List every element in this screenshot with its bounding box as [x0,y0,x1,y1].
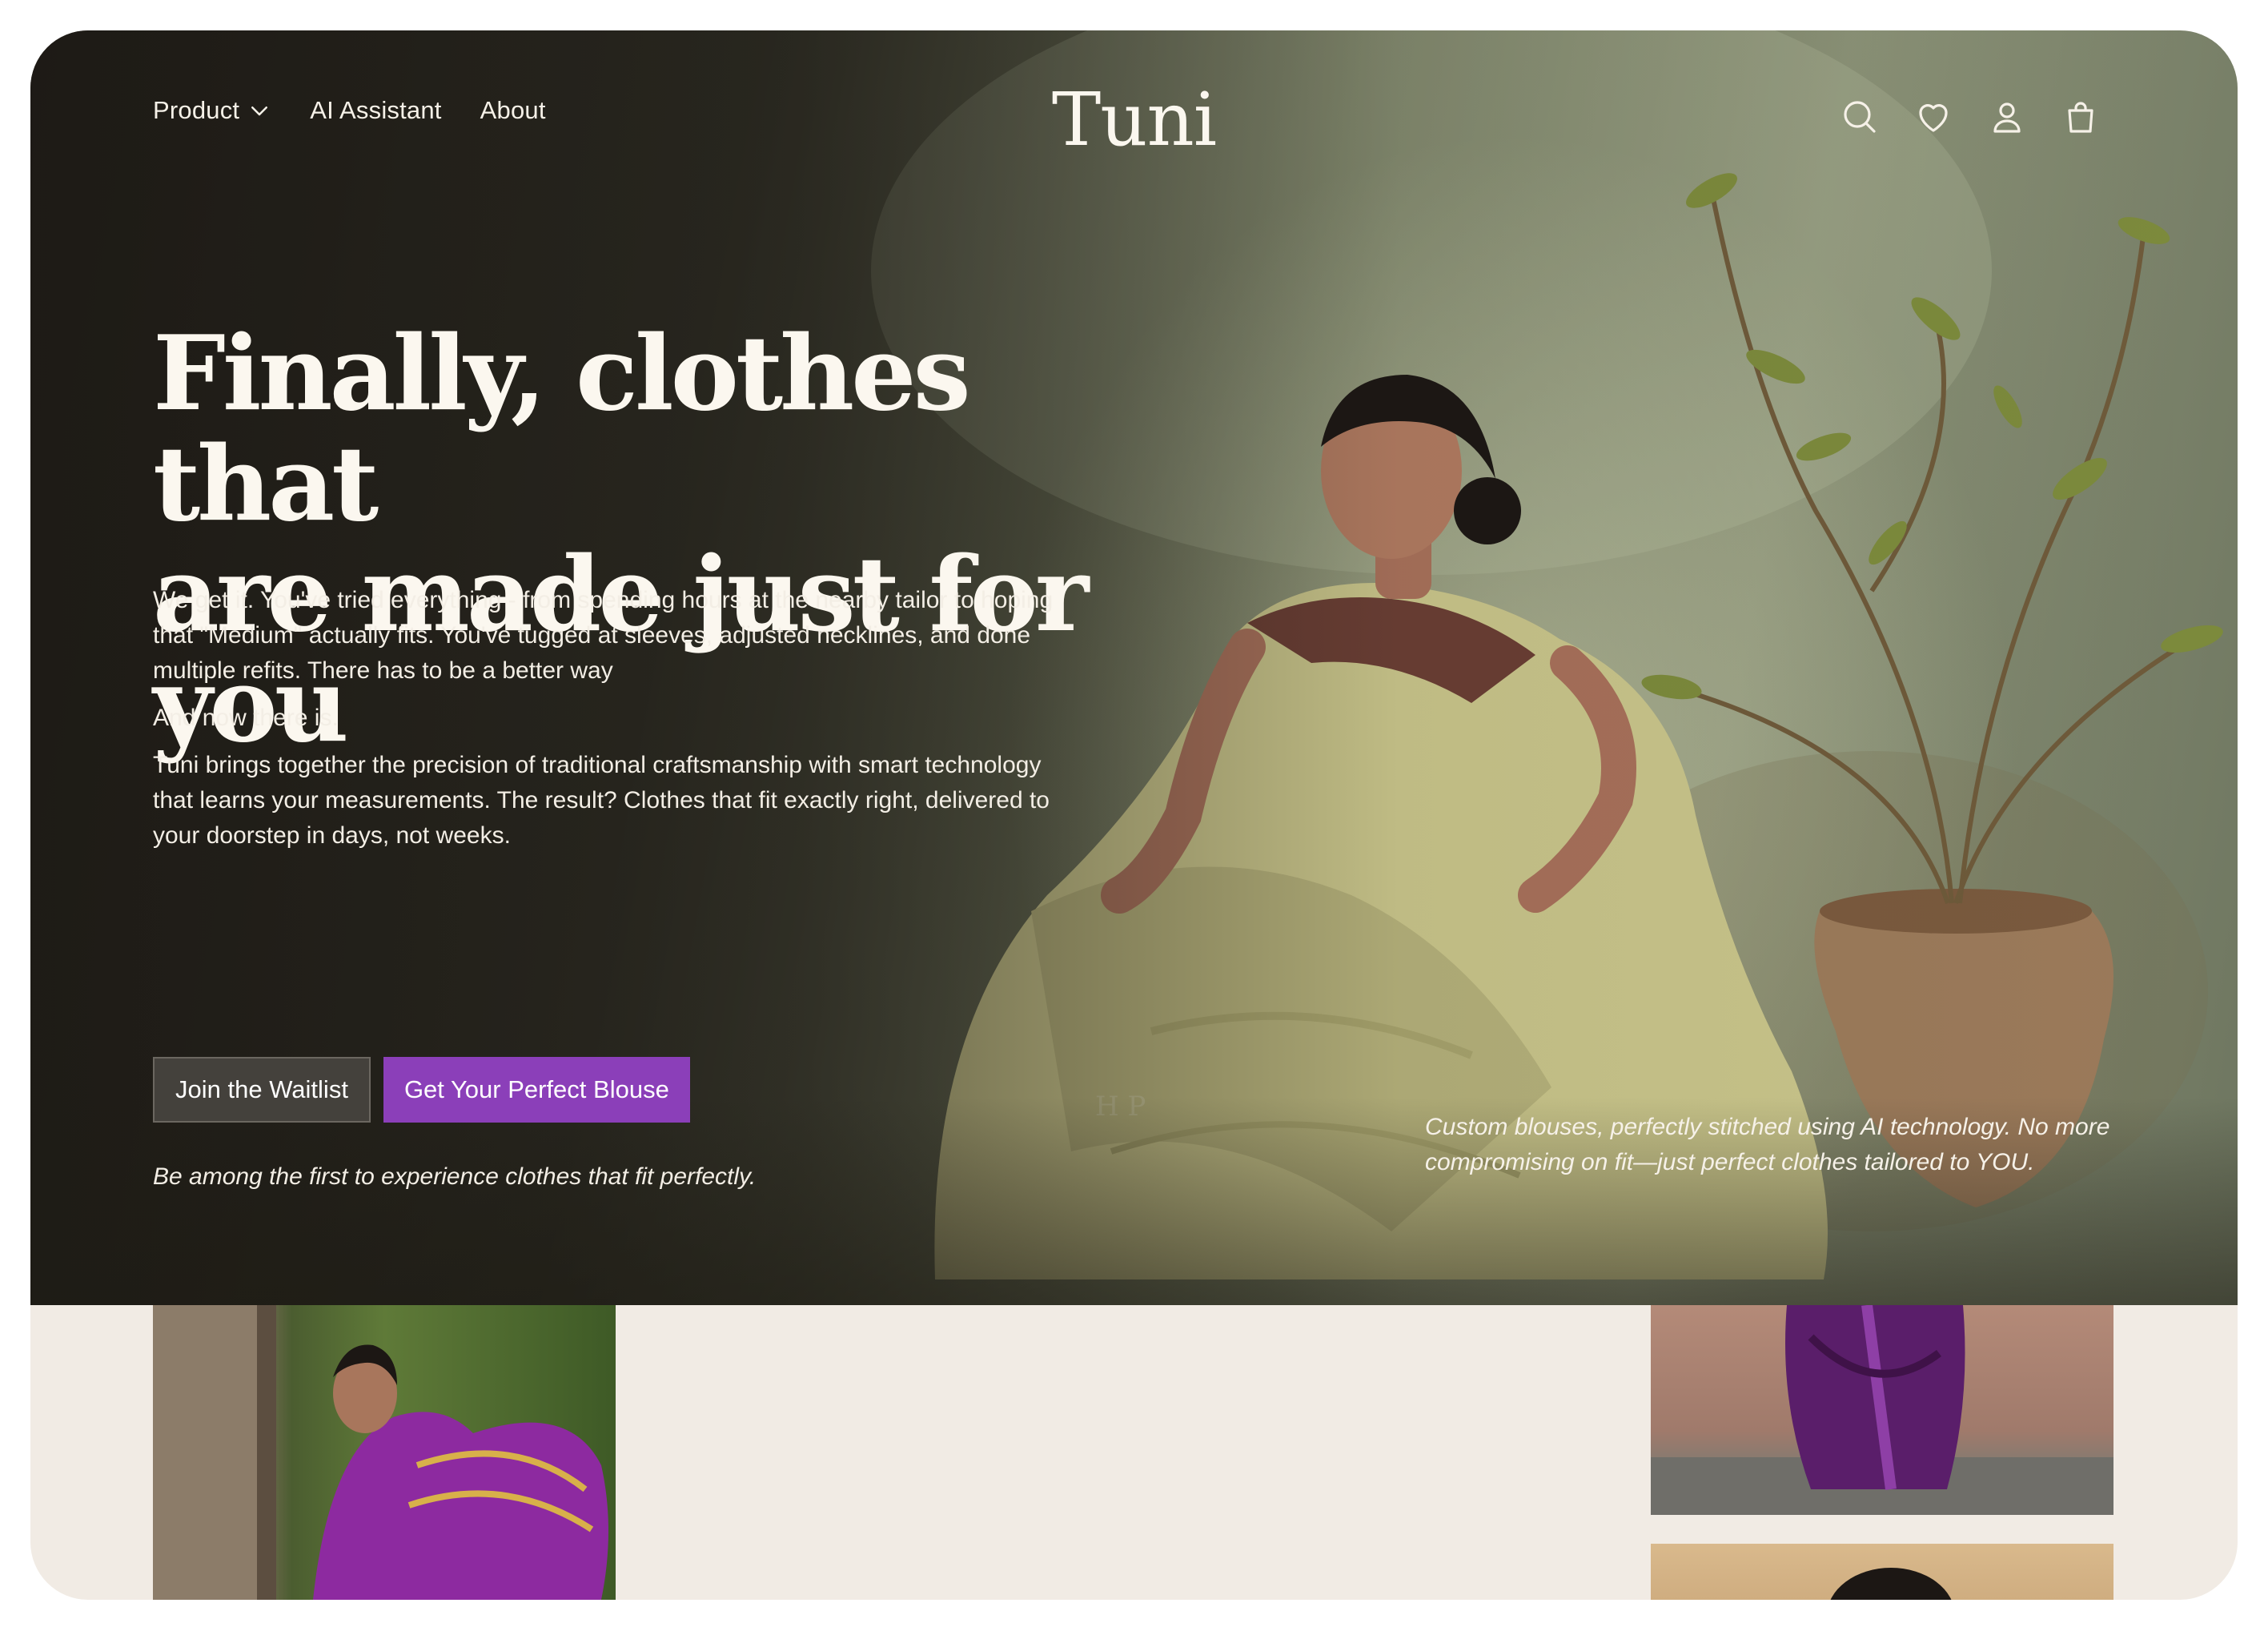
gallery-image-art-3 [1830,1568,1952,1600]
search-icon[interactable] [1840,98,1879,136]
hero-paragraph-1: We get it. You've tried everything - fro… [153,587,1054,684]
user-icon[interactable] [1988,98,2026,136]
join-waitlist-button[interactable]: Join the Waitlist [153,1057,371,1123]
shopping-bag-icon[interactable] [2061,98,2100,136]
get-perfect-blouse-button[interactable]: Get Your Perfect Blouse [383,1057,690,1123]
gallery-image-purple-saree [153,1305,616,1600]
page-frame: H P Product AI Assistant About Tuni [30,30,2238,1600]
hero-section: H P Product AI Assistant About Tuni [30,30,2238,1305]
gallery-image-art-2 [1651,1305,2113,1515]
gallery-image-portrait [1651,1544,2113,1600]
headline-line-1: Finally, clothes that [153,314,971,544]
header-actions [1840,98,2100,136]
hero-paragraph-3: Tuni brings together the precision of tr… [153,752,1050,849]
gallery-image-silk-saree [1651,1305,2113,1515]
hero-body-copy: We get it. You've tried everything - fro… [153,583,1082,866]
waitlist-tagline: Be among the first to experience clothes… [153,1163,757,1190]
hero-caption: Custom blouses, perfectly stitched using… [1425,1114,2110,1175]
heart-icon[interactable] [1914,98,1953,136]
hero-cta-row: Join the Waitlist Get Your Perfect Blous… [153,1057,690,1123]
gallery-image-art-1 [153,1305,608,1600]
hero-paragraph-2: And now there is. [153,705,339,731]
